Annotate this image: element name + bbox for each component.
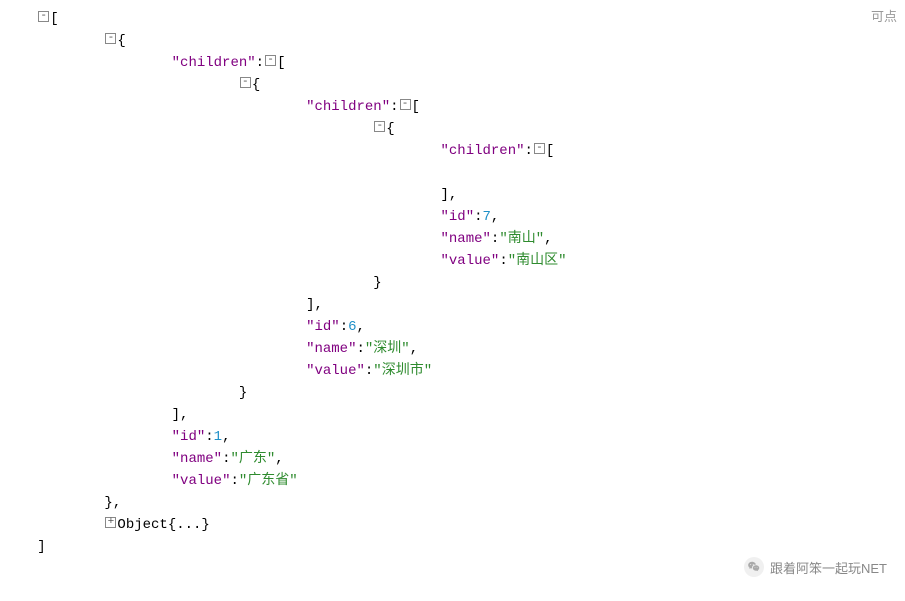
wechat-icon xyxy=(744,557,764,577)
json-key: children xyxy=(314,99,381,115)
json-string: 深圳市 xyxy=(382,363,424,379)
json-line: "children":-[ xyxy=(12,52,893,74)
json-line: "id":7, xyxy=(12,206,893,228)
expand-icon[interactable]: + xyxy=(105,517,116,528)
json-line: +Object{...} xyxy=(12,514,893,536)
json-line: "value":"广东省" xyxy=(12,470,893,492)
json-key: name xyxy=(449,231,483,247)
json-line: } xyxy=(12,382,893,404)
json-key: children xyxy=(449,143,516,159)
json-string: 广东 xyxy=(239,451,267,467)
json-line: "id":6, xyxy=(12,316,893,338)
json-line: ], xyxy=(12,404,893,426)
json-key: id xyxy=(180,429,197,445)
json-key: children xyxy=(180,55,247,71)
json-number: 7 xyxy=(483,209,491,225)
watermark-text: 跟着阿笨一起玩NET xyxy=(770,558,887,577)
json-string: 南山区 xyxy=(516,253,558,269)
json-key: id xyxy=(314,319,331,335)
json-line xyxy=(12,162,893,184)
json-key: name xyxy=(180,451,214,467)
json-line: } xyxy=(12,272,893,294)
json-line: -{ xyxy=(12,30,893,52)
json-line: -[ xyxy=(12,8,893,30)
json-line: "id":1, xyxy=(12,426,893,448)
json-number: 1 xyxy=(214,429,222,445)
json-viewer: -[ -{ "children":-[ -{ "children":-[ -{ xyxy=(0,0,905,566)
json-line: "name":"南山", xyxy=(12,228,893,250)
collapse-icon[interactable]: - xyxy=(265,55,276,66)
json-line: ], xyxy=(12,184,893,206)
json-key: name xyxy=(314,341,348,357)
json-string: 广东省 xyxy=(247,473,289,489)
json-string: 南山 xyxy=(508,231,536,247)
json-line: "value":"南山区" xyxy=(12,250,893,272)
collapse-icon[interactable]: - xyxy=(374,121,385,132)
json-line: "children":-[ xyxy=(12,96,893,118)
json-key: value xyxy=(180,473,222,489)
json-line: ] xyxy=(12,536,893,558)
json-line: "name":"广东", xyxy=(12,448,893,470)
json-line: "name":"深圳", xyxy=(12,338,893,360)
collapse-icon[interactable]: - xyxy=(534,143,545,154)
collapse-icon[interactable]: - xyxy=(240,77,251,88)
json-string: 深圳 xyxy=(373,341,401,357)
json-line: "value":"深圳市" xyxy=(12,360,893,382)
json-key: id xyxy=(449,209,466,225)
json-line: -{ xyxy=(12,118,893,140)
collapse-icon[interactable]: - xyxy=(400,99,411,110)
watermark: 跟着阿笨一起玩NET xyxy=(744,557,887,577)
collapse-icon[interactable]: - xyxy=(105,33,116,44)
json-line: -{ xyxy=(12,74,893,96)
collapsed-object[interactable]: Object{...} xyxy=(117,517,209,533)
json-key: value xyxy=(449,253,491,269)
json-key: value xyxy=(314,363,356,379)
collapse-icon[interactable]: - xyxy=(38,11,49,22)
json-line: }, xyxy=(12,492,893,514)
json-number: 6 xyxy=(348,319,356,335)
json-line: "children":-[ xyxy=(12,140,893,162)
corner-hint: 可点 xyxy=(871,6,897,25)
json-line: ], xyxy=(12,294,893,316)
